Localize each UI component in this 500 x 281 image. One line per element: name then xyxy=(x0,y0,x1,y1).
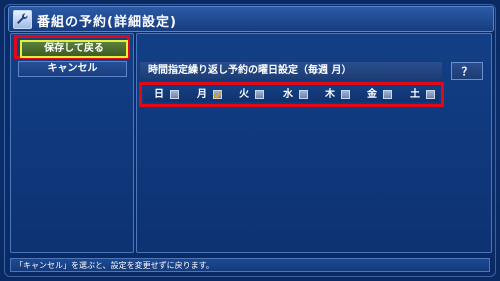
weekday-selector: 日 月 火 水 木 金 土 xyxy=(144,87,439,102)
title-bar: 番組の予約(詳細設定) xyxy=(8,6,494,32)
day-label: 金 xyxy=(367,89,377,100)
day-label: 水 xyxy=(283,89,293,100)
day-label: 土 xyxy=(410,89,420,100)
day-tuesday[interactable]: 火 xyxy=(239,87,264,102)
day-monday[interactable]: 月 xyxy=(197,87,222,102)
checkbox-checked-icon[interactable] xyxy=(213,90,222,99)
checkbox-icon[interactable] xyxy=(341,90,350,99)
weekday-selector-highlight: 日 月 火 水 木 金 土 xyxy=(139,82,444,107)
day-friday[interactable]: 金 xyxy=(367,87,392,102)
window-title: 番組の予約(詳細設定) xyxy=(37,15,177,30)
cancel-button[interactable]: キャンセル xyxy=(18,61,127,77)
day-label: 月 xyxy=(197,89,207,100)
day-label: 火 xyxy=(239,89,249,100)
status-bar: 「キャンセル」を選ぶと、設定を変更せずに戻ります。 xyxy=(10,258,490,272)
day-thursday[interactable]: 木 xyxy=(325,87,350,102)
checkbox-icon[interactable] xyxy=(170,90,179,99)
save-and-return-button[interactable]: 保存して戻る xyxy=(20,40,128,58)
day-saturday[interactable]: 土 xyxy=(410,87,435,102)
weekday-setting-label: 時間指定繰り返し予約の曜日設定（毎週 月） xyxy=(140,62,442,79)
checkbox-icon[interactable] xyxy=(383,90,392,99)
wrench-icon xyxy=(13,10,32,29)
checkbox-icon[interactable] xyxy=(426,90,435,99)
day-label: 木 xyxy=(325,89,335,100)
checkbox-icon[interactable] xyxy=(299,90,308,99)
day-wednesday[interactable]: 水 xyxy=(283,87,308,102)
checkbox-icon[interactable] xyxy=(255,90,264,99)
screen: 番組の予約(詳細設定) 保存して戻る キャンセル 時間指定繰り返し予約の曜日設定… xyxy=(0,0,500,281)
day-label: 日 xyxy=(154,89,164,100)
day-sunday[interactable]: 日 xyxy=(154,87,179,102)
save-button-highlight: 保存して戻る xyxy=(14,35,130,59)
help-button[interactable]: ？ xyxy=(451,62,483,80)
